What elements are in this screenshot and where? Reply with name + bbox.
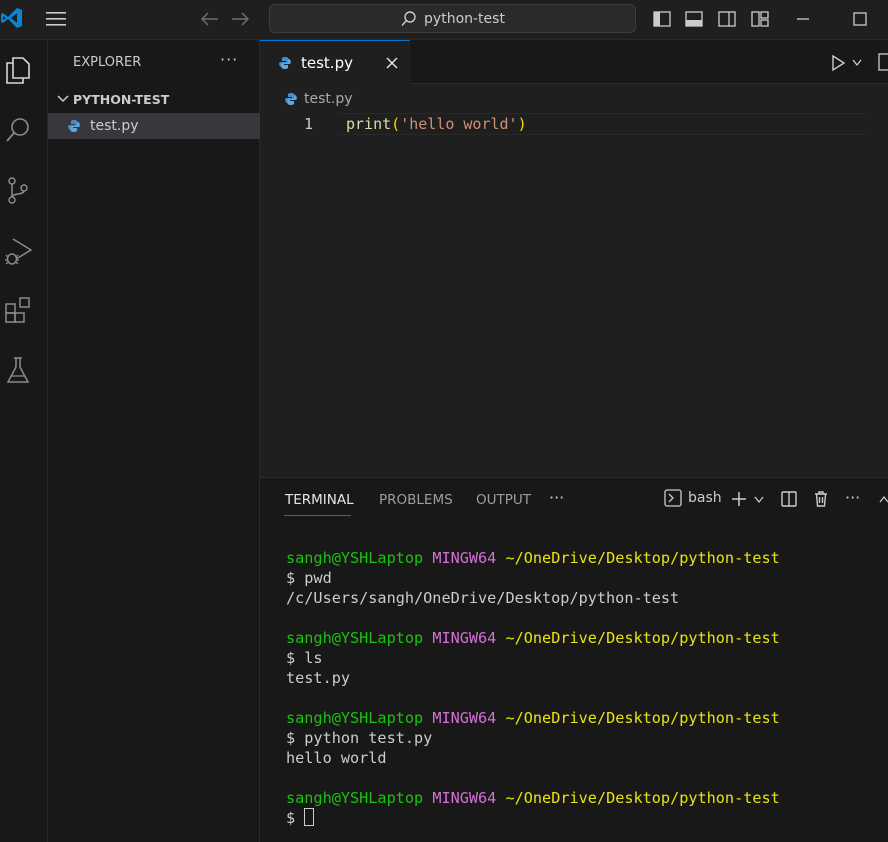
run-debug-icon <box>5 238 32 265</box>
search-icon <box>401 10 416 26</box>
prompt-path: ~/OneDrive/Desktop/python-test <box>505 709 780 727</box>
file-item-test-py[interactable]: test.py <box>48 113 260 139</box>
terminal-input-line[interactable]: $ <box>286 808 780 828</box>
explorer-sidebar: EXPLORER ··· PYTHON-TEST test.py <box>48 40 260 842</box>
line-number: 1 <box>304 115 314 133</box>
customize-layout-icon[interactable] <box>750 9 770 29</box>
back-arrow-icon[interactable] <box>198 9 220 29</box>
terminal-output[interactable]: sangh@YSHLaptop MINGW64 ~/OneDrive/Deskt… <box>286 548 780 828</box>
python-file-icon <box>68 120 80 132</box>
minimize-icon[interactable] <box>793 9 813 29</box>
beaker-icon <box>6 357 30 383</box>
prompt-path: ~/OneDrive/Desktop/python-test <box>505 789 780 807</box>
tab-test-py[interactable]: test.py <box>260 40 410 84</box>
terminal-command: $ <box>286 809 305 827</box>
command-center-search[interactable]: python-test <box>269 4 636 33</box>
maximize-icon[interactable] <box>850 9 870 29</box>
code-close-paren-token: ) <box>517 115 527 133</box>
terminal-prompt-line: sangh@YSHLaptop MINGW64 ~/OneDrive/Deskt… <box>286 788 780 808</box>
forward-arrow-icon[interactable] <box>230 9 252 29</box>
tab-label: test.py <box>301 53 353 72</box>
active-tab-indicator <box>284 515 351 516</box>
run-python-file-icon[interactable] <box>830 54 846 72</box>
terminal-prompt-line: sangh@YSHLaptop MINGW64 ~/OneDrive/Deskt… <box>286 628 780 648</box>
folder-python-test[interactable]: PYTHON-TEST <box>48 88 260 110</box>
toggle-primary-sidebar-icon[interactable] <box>652 9 672 29</box>
tab-terminal[interactable]: TERMINAL <box>285 492 354 508</box>
terminal-command: $ ls <box>286 649 323 667</box>
files-icon <box>6 57 30 84</box>
prompt-host: MINGW64 <box>432 629 497 647</box>
terminal-output-line: /c/Users/sangh/OneDrive/Desktop/python-t… <box>286 589 680 607</box>
prompt-user: sangh@YSHLaptop <box>286 709 424 727</box>
trash-icon[interactable] <box>812 490 830 508</box>
terminal-prompt-line: sangh@YSHLaptop MINGW64 ~/OneDrive/Deskt… <box>286 548 780 568</box>
breadcrumb[interactable]: test.py <box>284 91 353 107</box>
panel-more-button[interactable]: ··· <box>549 488 564 507</box>
sidebar-title: EXPLORER <box>73 55 142 70</box>
code-line[interactable]: print('hello world') <box>346 115 527 133</box>
toggle-panel-icon[interactable] <box>684 9 704 29</box>
activity-bar <box>0 40 48 842</box>
prompt-host: MINGW64 <box>432 709 497 727</box>
panel-actions-more-button[interactable]: ··· <box>845 488 860 507</box>
terminal-command: $ pwd <box>286 569 332 587</box>
file-label: test.py <box>90 118 139 134</box>
toggle-secondary-sidebar-icon[interactable] <box>717 9 737 29</box>
prompt-user: sangh@YSHLaptop <box>286 549 424 567</box>
terminal-command: $ python test.py <box>286 729 433 747</box>
bottom-panel: TERMINAL PROBLEMS OUTPUT ··· bash ··· sa… <box>260 477 888 842</box>
prompt-host: MINGW64 <box>432 549 497 567</box>
new-terminal-plus-icon[interactable] <box>730 490 748 508</box>
split-terminal-icon[interactable] <box>780 490 798 508</box>
folder-label: PYTHON-TEST <box>73 91 170 107</box>
close-tab-icon[interactable] <box>385 56 399 70</box>
terminal-output-line: hello world <box>286 749 387 767</box>
python-file-icon <box>285 93 297 105</box>
chevron-down-icon <box>57 95 69 103</box>
menu-icon[interactable] <box>44 9 68 29</box>
search-text: python-test <box>424 10 505 27</box>
code-string-token: 'hello world' <box>400 115 518 133</box>
extensions-activity[interactable] <box>4 294 32 326</box>
search-icon <box>6 118 29 142</box>
terminal-output-line: test.py <box>286 669 351 687</box>
tab-output[interactable]: OUTPUT <box>476 492 531 508</box>
prompt-user: sangh@YSHLaptop <box>286 789 424 807</box>
breadcrumb-file: test.py <box>304 91 353 107</box>
run-options-chevron-down-icon[interactable] <box>851 58 863 68</box>
source-control-icon <box>8 177 28 204</box>
code-function-token: print <box>346 115 392 133</box>
run-debug-activity[interactable] <box>4 234 32 266</box>
shell-label: bash <box>688 490 722 506</box>
testing-activity[interactable] <box>4 354 32 386</box>
split-editor-icon[interactable] <box>878 53 888 71</box>
terminal-shell-selector[interactable]: bash <box>664 489 722 507</box>
maximize-panel-chevron-up-icon[interactable] <box>878 494 888 504</box>
prompt-path: ~/OneDrive/Desktop/python-test <box>505 629 780 647</box>
prompt-user: sangh@YSHLaptop <box>286 629 424 647</box>
extensions-icon <box>5 297 30 323</box>
search-activity[interactable] <box>4 114 32 146</box>
code-open-paren-token: ( <box>391 115 401 133</box>
terminal-cursor <box>304 808 315 826</box>
terminal-prompt-line: sangh@YSHLaptop MINGW64 ~/OneDrive/Deskt… <box>286 708 780 728</box>
prompt-host: MINGW64 <box>432 789 497 807</box>
title-bar: python-test <box>0 0 888 40</box>
tab-problems[interactable]: PROBLEMS <box>379 492 453 508</box>
source-control-activity[interactable] <box>4 174 32 206</box>
explorer-activity[interactable] <box>4 54 32 86</box>
terminal-options-chevron-down-icon[interactable] <box>753 495 765 505</box>
editor-tab-bar: test.py <box>260 40 888 84</box>
vscode-logo-icon <box>1 8 22 28</box>
terminal-icon <box>664 489 682 507</box>
python-file-icon <box>279 56 291 69</box>
sidebar-more-actions-button[interactable]: ··· <box>220 50 238 69</box>
code-editor[interactable]: test.py 1 print('hello world') <box>260 84 888 477</box>
prompt-path: ~/OneDrive/Desktop/python-test <box>505 549 780 567</box>
